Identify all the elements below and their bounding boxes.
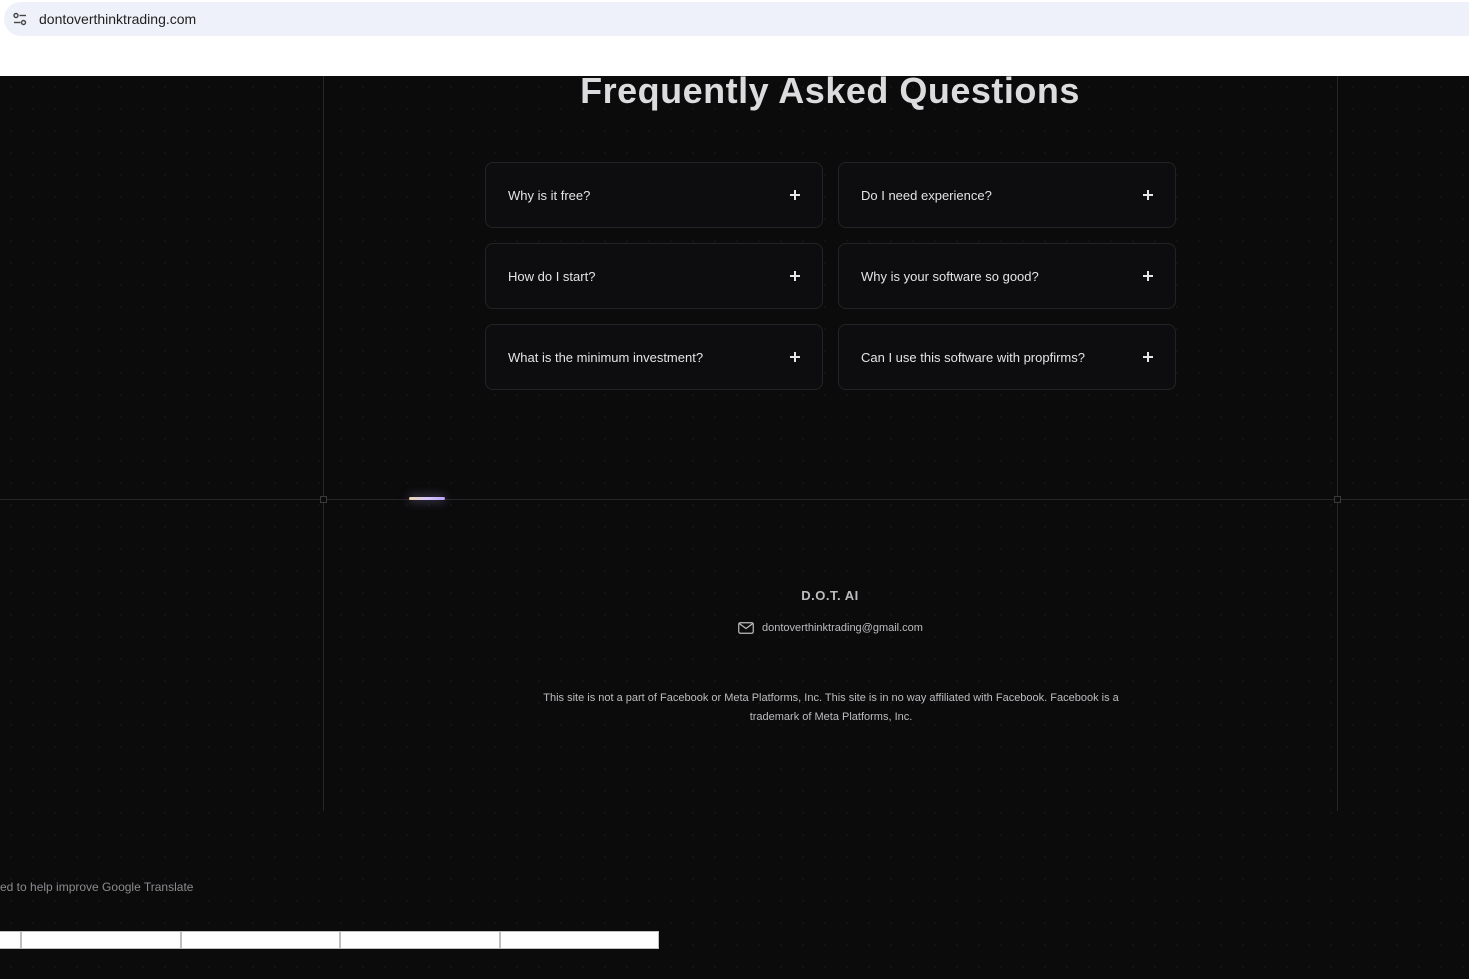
plus-icon[interactable] xyxy=(1143,352,1153,362)
translate-input-box[interactable] xyxy=(0,931,21,949)
faq-question: What is the minimum investment? xyxy=(508,349,704,365)
plus-icon[interactable] xyxy=(1143,271,1153,281)
footer-contact[interactable]: dontoverthinktrading@gmail.com xyxy=(738,622,923,634)
footer-disclaimer: This site is not a part of Facebook or M… xyxy=(543,692,1119,723)
url-text[interactable]: dontoverthinktrading.com xyxy=(39,11,196,27)
plus-icon[interactable] xyxy=(1143,190,1153,200)
translate-input-box[interactable] xyxy=(21,931,181,949)
faq-item-minimum-investment[interactable]: What is the minimum investment? xyxy=(485,324,823,390)
faq-item-need-experience[interactable]: Do I need experience? xyxy=(838,162,1176,228)
translate-input-box[interactable] xyxy=(340,931,500,949)
faq-title: Frequently Asked Questions xyxy=(580,76,1080,111)
plus-icon[interactable] xyxy=(790,352,800,362)
translate-input-box[interactable] xyxy=(500,931,659,949)
page-content: Frequently Asked Questions Why is it fre… xyxy=(0,76,1469,979)
faq-item-propfirms[interactable]: Can I use this software with propfirms? xyxy=(838,324,1176,390)
faq-item-software-good[interactable]: Why is your software so good? xyxy=(838,243,1176,309)
grid-node xyxy=(1334,496,1341,503)
glow-accent xyxy=(409,497,445,500)
faq-question: How do I start? xyxy=(508,268,596,284)
footer-brand: D.O.T. AI xyxy=(801,588,859,603)
grid-line-horizontal xyxy=(0,499,1469,500)
footer-email[interactable]: dontoverthinktrading@gmail.com xyxy=(762,622,923,634)
faq-question: Why is your software so good? xyxy=(861,268,1039,284)
grid-line-left xyxy=(323,76,324,811)
mail-icon xyxy=(738,622,754,634)
faq-question: Can I use this software with propfirms? xyxy=(861,349,1085,365)
faq-item-why-free[interactable]: Why is it free? xyxy=(485,162,823,228)
faq-question: Do I need experience? xyxy=(861,187,992,203)
plus-icon[interactable] xyxy=(790,271,800,281)
address-bar[interactable]: dontoverthinktrading.com xyxy=(4,2,1469,36)
site-settings-icon[interactable] xyxy=(12,11,28,27)
grid-line-right xyxy=(1337,76,1338,811)
browser-toolbar: dontoverthinktrading.com xyxy=(0,0,1469,76)
translate-feedback-text: ed to help improve Google Translate xyxy=(0,880,194,894)
plus-icon[interactable] xyxy=(790,190,800,200)
grid-node xyxy=(320,496,327,503)
faq-question: Why is it free? xyxy=(508,187,591,203)
translate-input-box[interactable] xyxy=(181,931,340,949)
faq-item-how-start[interactable]: How do I start? xyxy=(485,243,823,309)
